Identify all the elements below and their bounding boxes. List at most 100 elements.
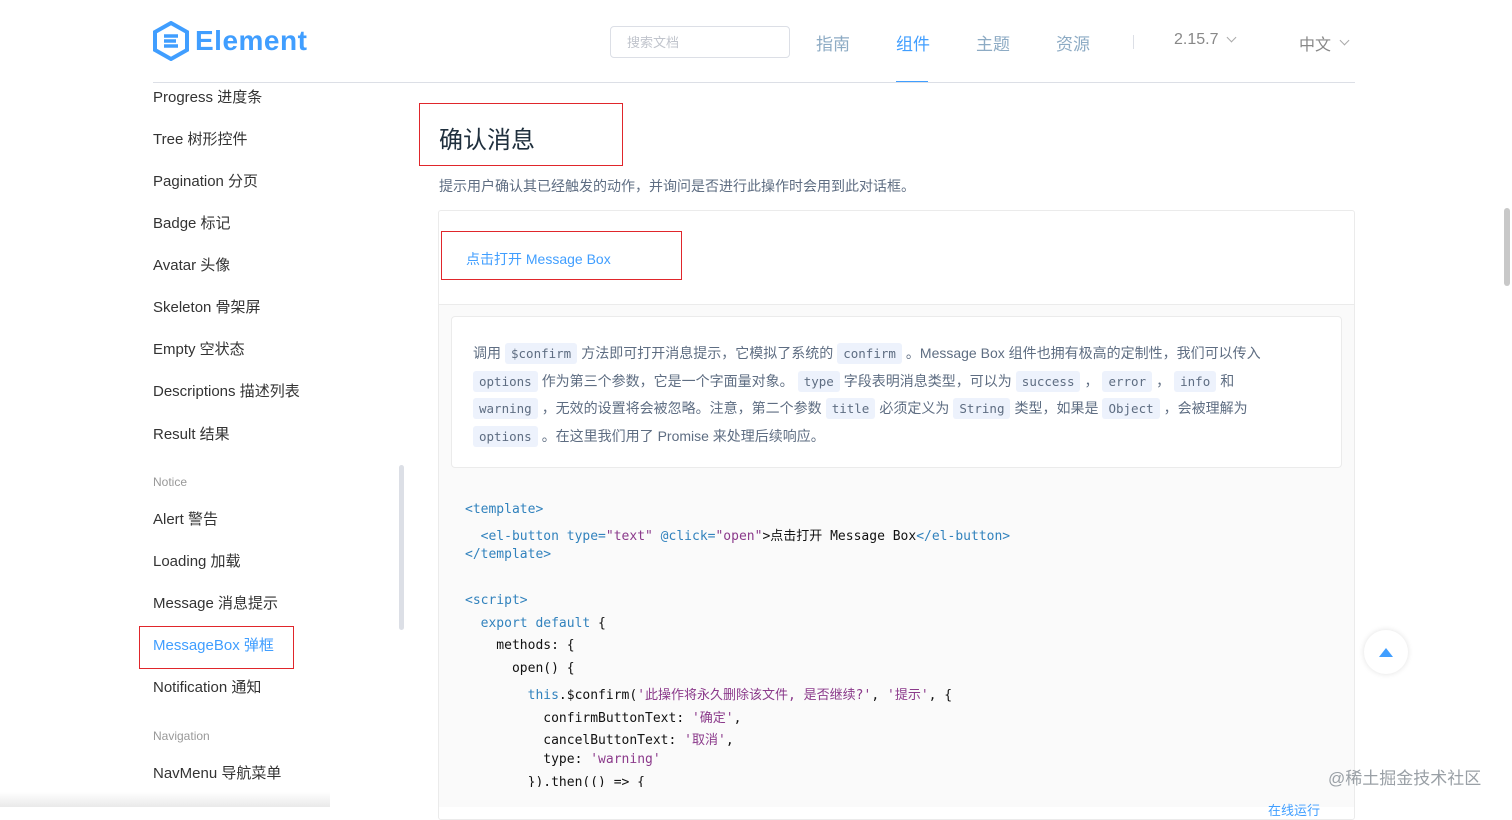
meta-line-4: options 。在这里我们用了 Promise 来处理后续响应。 xyxy=(473,426,825,447)
code-token: type: xyxy=(465,752,591,767)
sidebar-item-navmenu[interactable]: NavMenu 导航菜单 xyxy=(153,762,281,783)
highlight-box-sidebar xyxy=(139,626,294,669)
sidebar-group-navigation: Navigation xyxy=(153,729,210,743)
code-token: "text" xyxy=(605,529,653,544)
nav-components[interactable]: 组件 xyxy=(896,30,930,55)
meta-line-3: warning ，无效的设置将会被忽略。注意，第二个参数 title 必须定义为 Str… xyxy=(473,398,1248,419)
code-options: options xyxy=(473,426,538,447)
watermark: @稀土掘金技术社区 xyxy=(1328,769,1482,788)
sidebar-item-pagination[interactable]: Pagination 分页 xyxy=(153,170,258,191)
code-token: export default xyxy=(465,616,591,631)
caret-up-icon xyxy=(1379,647,1393,657)
code-token: }).then(() => { xyxy=(465,775,646,787)
code-line: export default { xyxy=(465,616,606,631)
sidebar-item-progress[interactable]: Progress 进度条 xyxy=(153,86,262,107)
page-scrollbar[interactable] xyxy=(1504,208,1510,286)
run-online-link[interactable]: 在线运行 xyxy=(1268,800,1320,819)
chevron-down-icon xyxy=(1339,35,1350,46)
sidebar-item-notification[interactable]: Notification 通知 xyxy=(153,676,261,697)
sidebar-group-notice: Notice xyxy=(153,475,188,489)
code-confirm-method: $confirm xyxy=(505,343,578,364)
code-object: Object xyxy=(1102,398,1160,419)
code-line: this.$confirm('此操作将永久删除该文件, 是否继续?', '提示'… xyxy=(465,684,953,703)
language-dropdown[interactable]: 中文 xyxy=(1299,31,1350,55)
code-line: type: 'warning' xyxy=(465,752,661,767)
meta-text: 字段表明消息类型，可以为 xyxy=(843,373,1012,389)
top-header: Element 指南 组件 主题 资源 2.15.7 中文 xyxy=(0,0,1512,83)
code-line: <template> xyxy=(465,502,543,517)
sidebar-item-badge[interactable]: Badge 标记 xyxy=(153,212,231,233)
sidebar-item-descriptions[interactable]: Descriptions 描述列表 xyxy=(153,380,300,401)
code-token: "open" xyxy=(715,529,763,544)
sidebar-item-result[interactable]: Result 结果 xyxy=(153,423,230,444)
code-token: .$confirm( xyxy=(558,688,638,703)
code-line: methods: { xyxy=(465,638,575,653)
search-input[interactable] xyxy=(610,26,790,58)
code-token: <el-button xyxy=(465,529,567,544)
logo-text: Element xyxy=(195,25,308,56)
nav-resources[interactable]: 资源 xyxy=(1056,30,1090,55)
code-token: { xyxy=(590,616,606,631)
back-to-top-button[interactable] xyxy=(1364,630,1408,674)
meta-text: 。在这里我们用了 Promise 来处理后续响应。 xyxy=(541,428,825,444)
meta-text: 。Message Box 组件也拥有极高的定制性，我们可以传入 xyxy=(905,345,1261,361)
code-token: '提示' xyxy=(887,688,929,703)
meta-text: 类型，如果是 xyxy=(1014,400,1099,416)
code-line: cancelButtonText: '取消', xyxy=(465,729,734,748)
sidebar-item-empty[interactable]: Empty 空状态 xyxy=(153,338,245,359)
bottom-shadow xyxy=(0,792,330,807)
version-label: 2.15.7 xyxy=(1174,31,1219,48)
code-line: <script> xyxy=(465,593,528,608)
meta-text: 和 xyxy=(1220,373,1235,389)
code-token: '取消' xyxy=(684,733,726,748)
sidebar-scrollbar[interactable] xyxy=(399,465,404,630)
code-error: error xyxy=(1102,371,1153,392)
code-token: type= xyxy=(566,529,606,544)
code-line: </template> xyxy=(465,547,551,562)
meta-text: ， xyxy=(1156,373,1171,389)
element-logo[interactable]: Element xyxy=(153,21,307,61)
meta-line-2: options 作为第三个参数，它是一个字面量对象。 type 字段表明消息类型，可以… xyxy=(473,371,1235,392)
code-token: , xyxy=(725,733,734,748)
sidebar-item-skeleton[interactable]: Skeleton 骨架屏 xyxy=(153,296,261,317)
meta-text: 必须定义为 xyxy=(879,400,950,416)
sidebar-item-loading[interactable]: Loading 加载 xyxy=(153,550,241,571)
sidebar-item-message[interactable]: Message 消息提示 xyxy=(153,592,278,613)
code-options: options xyxy=(473,371,538,392)
code-token: >点击打开 Message Box xyxy=(762,529,917,544)
code-token: 'warning' xyxy=(590,752,661,767)
code-token: methods: { xyxy=(465,638,575,653)
code-token: <script> xyxy=(465,593,528,608)
meta-text: ，会被理解为 xyxy=(1163,400,1248,416)
code-token: @click= xyxy=(652,529,716,544)
code-line: open() { xyxy=(465,661,575,676)
code-warning: warning xyxy=(473,398,538,419)
code-type: type xyxy=(797,371,840,392)
code-token: confirmButtonText: xyxy=(465,711,692,726)
highlight-box-demo-button xyxy=(441,231,682,280)
section-description: 提示用户确认其已经触发的动作，并询问是否进行此操作时会用到此对话框。 xyxy=(439,178,915,194)
chevron-down-icon xyxy=(1227,32,1237,43)
code-confirm: confirm xyxy=(837,343,902,364)
code-token: </el-button> xyxy=(916,529,1011,544)
code-token: </template> xyxy=(465,547,552,562)
nav-divider xyxy=(1133,35,1134,49)
code-line: }).then(() => { xyxy=(465,775,645,787)
meta-text: 方法即可打开消息提示，它模拟了系统的 xyxy=(581,345,834,361)
nav-theme[interactable]: 主题 xyxy=(976,30,1010,55)
language-label: 中文 xyxy=(1299,37,1332,54)
highlight-box-title xyxy=(419,103,623,166)
sidebar-item-avatar[interactable]: Avatar 头像 xyxy=(153,254,230,275)
code-string: String xyxy=(953,398,1011,419)
code-token: '确定' xyxy=(691,711,734,726)
code-token: <template> xyxy=(465,502,544,517)
code-token: , xyxy=(871,688,887,703)
sidebar-item-tree[interactable]: Tree 树形控件 xyxy=(153,128,247,149)
code-info: info xyxy=(1174,371,1217,392)
nav-guide[interactable]: 指南 xyxy=(816,30,850,55)
header-divider xyxy=(153,82,1355,83)
code-token: , xyxy=(733,711,742,726)
version-dropdown[interactable]: 2.15.7 xyxy=(1174,31,1237,49)
code-token: cancelButtonText: xyxy=(465,733,685,748)
sidebar-item-alert[interactable]: Alert 警告 xyxy=(153,508,218,529)
